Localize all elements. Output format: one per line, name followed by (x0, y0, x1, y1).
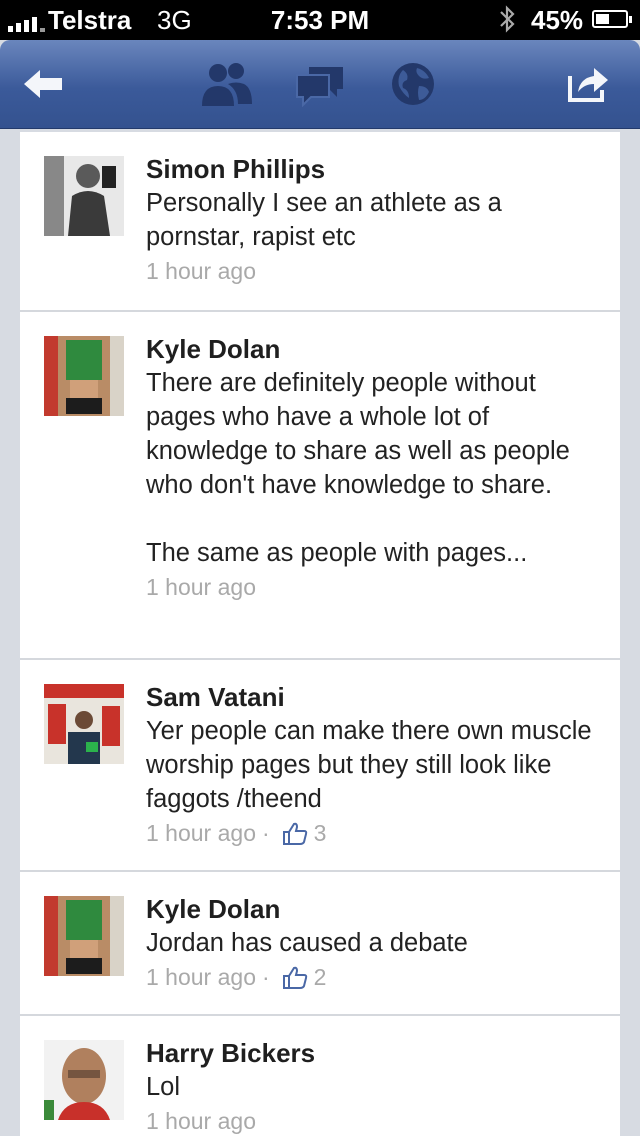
comment-item: Simon Phillips Personally I see an athle… (20, 132, 620, 312)
avatar[interactable] (44, 1040, 124, 1120)
comment-timestamp: 1 hour ago (146, 574, 256, 600)
friends-icon (202, 63, 252, 106)
back-arrow-icon (24, 70, 62, 98)
bluetooth-icon (498, 4, 516, 41)
avatar[interactable] (44, 156, 124, 236)
comment-author[interactable]: Kyle Dolan (146, 332, 600, 366)
friend-requests-button[interactable] (196, 54, 256, 114)
comment-item: Harry Bickers Lol 1 hour ago (20, 1016, 620, 1136)
comment-author[interactable]: Sam Vatani (146, 680, 600, 714)
share-button[interactable] (558, 54, 618, 114)
comment-meta: 1 hour ago (146, 1104, 600, 1136)
comment-item: Kyle Dolan There are definitely people w… (20, 312, 620, 660)
comment-meta: 1 hour ago (146, 254, 600, 288)
comment-text: Personally I see an athlete as a pornsta… (146, 189, 509, 251)
comment-meta: 1 hour ago · 3 (146, 816, 600, 850)
comment-text: There are definitely people without page… (146, 369, 570, 567)
comment-author[interactable]: Harry Bickers (146, 1036, 600, 1070)
nav-bar (0, 40, 640, 129)
comment-text: Lol (146, 1073, 181, 1101)
comment-timestamp: 1 hour ago (146, 258, 256, 284)
globe-icon (392, 63, 434, 105)
comment-author[interactable]: Simon Phillips (146, 152, 600, 186)
status-bar: Telstra 3G 7:53 PM 45% (0, 0, 640, 40)
comment-meta: 1 hour ago · 2 (146, 960, 600, 994)
like-count: 3 (313, 820, 327, 846)
comment-item: Sam Vatani Yer people can make there own… (20, 660, 620, 872)
comment-timestamp: 1 hour ago (146, 964, 256, 990)
avatar[interactable] (44, 336, 124, 416)
comment-meta: 1 hour ago (146, 570, 600, 604)
back-button[interactable] (14, 54, 74, 114)
battery-icon (592, 10, 632, 28)
comment-text: Jordan has caused a debate (146, 929, 468, 957)
like-thumb-icon[interactable] (282, 820, 308, 846)
avatar[interactable] (44, 896, 124, 976)
comment-item: Kyle Dolan Jordan has caused a debate 1 … (20, 872, 620, 1016)
comment-feed[interactable]: Simon Phillips Personally I see an athle… (20, 132, 620, 1136)
comment-timestamp: 1 hour ago (146, 820, 256, 846)
share-icon (568, 68, 608, 102)
battery-percent: 45% (531, 5, 584, 35)
comment-author[interactable]: Kyle Dolan (146, 892, 600, 926)
messages-icon (296, 67, 343, 107)
like-thumb-icon[interactable] (282, 964, 308, 990)
comment-text: Yer people can make there own muscle wor… (146, 717, 599, 813)
messages-button[interactable] (290, 54, 350, 114)
comment-timestamp: 1 hour ago (146, 1108, 256, 1134)
avatar[interactable] (44, 684, 124, 764)
like-count: 2 (313, 964, 327, 990)
battery-level (596, 14, 609, 24)
notifications-button[interactable] (383, 54, 443, 114)
